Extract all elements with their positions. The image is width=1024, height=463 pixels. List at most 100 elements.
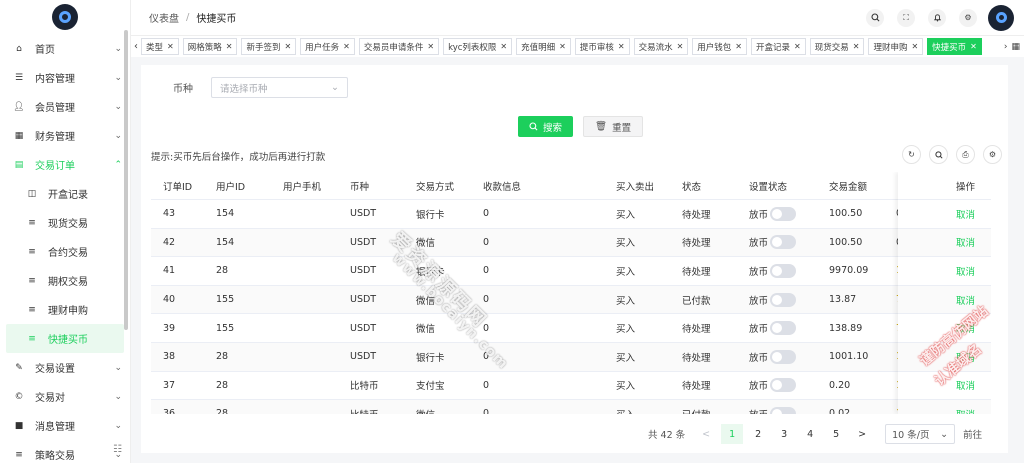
tab-trade-flow[interactable]: 交易流水 ✕	[633, 38, 689, 55]
bell-icon[interactable]	[928, 8, 946, 27]
release-coin-toggle[interactable]: 放币	[749, 292, 817, 307]
tab-trader-conditions[interactable]: 交易员申请条件 ✕	[358, 38, 440, 55]
close-icon[interactable]: ✕	[853, 42, 860, 51]
toggle-switch[interactable]	[770, 378, 797, 393]
toggle-switch[interactable]	[770, 292, 797, 307]
sidebar-item-home[interactable]: ⌂ 首页 ⌄	[0, 34, 130, 63]
page-button[interactable]: 1	[721, 424, 744, 444]
close-icon[interactable]: ✕	[970, 42, 977, 51]
cell-info: 0	[483, 265, 490, 277]
sidebar-item-orders[interactable]: ▤ 交易订单 ⌃	[0, 150, 130, 179]
page-button[interactable]: 2	[747, 424, 769, 444]
release-coin-toggle[interactable]: 放币	[749, 235, 817, 250]
page-button[interactable]: 4	[799, 424, 821, 444]
cancel-link[interactable]: 取消	[956, 207, 975, 221]
sidebar-item-contract[interactable]: ≡ 合约交易	[0, 237, 130, 266]
search-button[interactable]: 搜索	[518, 116, 574, 137]
search-icon[interactable]	[929, 145, 948, 164]
tabs-scroll-right-icon[interactable]: ›	[1004, 42, 1008, 52]
tab-type[interactable]: 类型 ✕	[141, 38, 179, 55]
next-page-button[interactable]: >	[851, 424, 873, 444]
toggle-switch[interactable]	[770, 263, 797, 278]
tab-withdraw-review[interactable]: 提币审核 ✕	[574, 38, 630, 55]
coin-select[interactable]: 请选择币种 ⌄	[211, 77, 348, 98]
release-coin-toggle[interactable]: 放币	[749, 406, 817, 414]
tab-spot[interactable]: 现货交易 ✕	[809, 38, 865, 55]
tab-grid-strategy[interactable]: 网格策略 ✕	[182, 38, 238, 55]
reset-button[interactable]: 🗑︎ 重置	[583, 116, 644, 137]
cancel-link[interactable]: 取消	[956, 321, 975, 335]
sidebar-item-finance[interactable]: ▦ 财务管理 ⌄	[0, 121, 130, 150]
print-icon[interactable]: ⎙	[956, 145, 975, 164]
sidebar-item-pairs[interactable]: © 交易对 ⌄	[0, 382, 130, 411]
close-icon[interactable]: ✕	[167, 42, 174, 51]
release-coin-toggle[interactable]: 放币	[749, 263, 817, 278]
toggle-label: 放币	[749, 324, 769, 336]
sidebar-item-spot[interactable]: ≡ 现货交易	[0, 208, 130, 237]
cell-side: 买入	[604, 407, 670, 414]
coin-filter-label: 币种	[173, 84, 193, 95]
gear-icon[interactable]: ⚙	[959, 8, 977, 27]
close-icon[interactable]: ✕	[618, 42, 625, 51]
close-icon[interactable]: ✕	[343, 42, 350, 51]
close-icon[interactable]: ✕	[226, 42, 233, 51]
prev-page-button[interactable]: <	[695, 424, 717, 444]
sidebar-item-quick-buy[interactable]: ≡ 快捷买币	[6, 324, 124, 353]
cancel-link[interactable]: 取消	[956, 350, 975, 364]
tab-quick-buy[interactable]: 快捷买币 ✕	[927, 38, 982, 55]
breadcrumb-root[interactable]: 仪表盘	[149, 10, 179, 25]
close-icon[interactable]: ✕	[559, 42, 566, 51]
fullscreen-icon[interactable]: ⛶	[897, 8, 915, 27]
tab-user-wallet[interactable]: 用户钱包 ✕	[692, 38, 747, 55]
sidebar-item-members[interactable]: 👤︎ 会员管理 ⌄	[0, 92, 130, 121]
sidebar-item-wealth[interactable]: ≡ 理财申购	[0, 295, 130, 324]
toggle-switch[interactable]	[770, 406, 797, 414]
cancel-link[interactable]: 取消	[956, 293, 975, 307]
page-button[interactable]: 3	[773, 424, 795, 444]
sidebar-item-strategy[interactable]: ≡ 策略交易 ⌄	[0, 440, 130, 463]
toggle-switch[interactable]	[770, 321, 797, 336]
gear-icon[interactable]: ⚙	[983, 145, 1002, 164]
release-coin-toggle[interactable]: 放币	[749, 378, 817, 393]
close-icon[interactable]: ✕	[677, 42, 684, 51]
search-icon[interactable]	[866, 8, 884, 27]
logo-icon	[52, 4, 78, 30]
release-coin-toggle[interactable]: 放币	[749, 349, 817, 364]
sidebar-scrollbar[interactable]	[124, 30, 128, 330]
toggle-switch[interactable]	[770, 235, 797, 250]
sidebar-item-box-records[interactable]: ◫ 开盒记录	[0, 179, 130, 208]
close-icon[interactable]: ✕	[500, 42, 507, 51]
grid-icon[interactable]: ▦	[1011, 42, 1020, 52]
close-icon[interactable]: ✕	[911, 42, 918, 51]
release-coin-toggle[interactable]: 放币	[749, 321, 817, 336]
tabs-scroll-left-icon[interactable]: ‹	[131, 41, 141, 52]
toggle-switch[interactable]	[770, 349, 797, 364]
cancel-link[interactable]: 取消	[956, 264, 975, 278]
tab-recharge[interactable]: 充值明细 ✕	[516, 38, 571, 55]
sidebar-item-trade-settings[interactable]: ✎ 交易设置 ⌄	[0, 353, 130, 382]
sidebar-item-messages[interactable]: ■ 消息管理 ⌄	[0, 411, 130, 440]
cancel-link[interactable]: 取消	[956, 378, 975, 392]
page-size-select[interactable]: 10 条/页 ⌄	[885, 424, 956, 444]
page-button[interactable]: 5	[825, 424, 847, 444]
tab-signin[interactable]: 新手签到 ✕	[241, 38, 297, 55]
close-icon[interactable]: ✕	[794, 42, 801, 51]
sidebar-item-content[interactable]: ☰ 内容管理 ⌄	[0, 63, 130, 92]
refresh-icon[interactable]: ↻	[902, 145, 921, 164]
close-icon[interactable]: ✕	[735, 42, 742, 51]
tab-box-records[interactable]: 开盒记录 ✕	[751, 38, 806, 55]
tab-kyc[interactable]: kyc列表权限 ✕	[443, 38, 513, 55]
collapse-sidebar-icon[interactable]: ☷	[113, 444, 122, 455]
close-icon[interactable]: ✕	[427, 42, 434, 51]
tab-user-tasks[interactable]: 用户任务 ✕	[300, 38, 355, 55]
sidebar-item-options[interactable]: ≡ 期权交易	[0, 266, 130, 295]
tab-wealth[interactable]: 理财申购 ✕	[868, 38, 924, 55]
cell-status: 待处理	[682, 381, 711, 393]
toggle-switch[interactable]	[770, 206, 797, 221]
cancel-link[interactable]: 取消	[956, 235, 975, 249]
close-icon[interactable]: ✕	[284, 42, 291, 51]
avatar[interactable]	[988, 4, 1014, 31]
logo[interactable]	[0, 0, 130, 34]
cancel-link[interactable]: 取消	[956, 407, 975, 414]
release-coin-toggle[interactable]: 放币	[749, 206, 817, 221]
